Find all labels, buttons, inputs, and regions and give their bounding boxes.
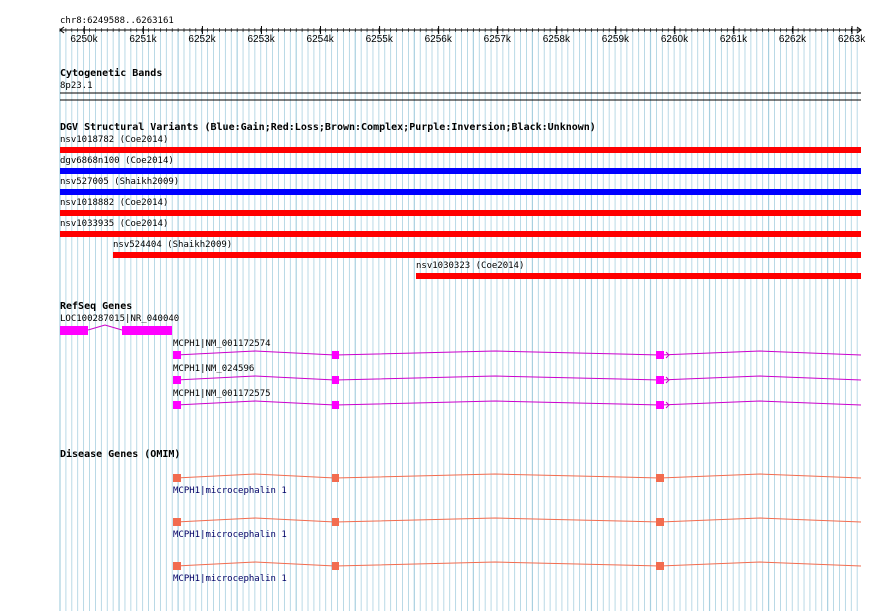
refseq-intron (334, 350, 661, 356)
refseq-intron (659, 375, 862, 381)
dgv-variant-bar (113, 252, 861, 258)
omim-exon (656, 518, 664, 526)
omim-intron (659, 473, 862, 479)
omim-exon (173, 474, 181, 482)
omim-intron (175, 473, 336, 479)
refseq-intron (175, 400, 336, 406)
omim-intron (175, 561, 336, 567)
refseq-exon (173, 376, 181, 384)
refseq-exon (60, 326, 88, 335)
refseq-exon (656, 401, 664, 409)
refseq-exon (656, 351, 664, 359)
omim-intron (334, 517, 661, 523)
refseq-exon (332, 351, 339, 359)
refseq-exon (332, 376, 339, 384)
refseq-intron (175, 350, 336, 356)
omim-exon (656, 562, 664, 570)
dgv-variant-bar (60, 231, 861, 237)
omim-exon (173, 518, 181, 526)
omim-exon (332, 518, 339, 526)
omim-intron (659, 561, 862, 567)
refseq-intron (334, 375, 661, 381)
dgv-variant-bar (416, 273, 861, 279)
dgv-variant-bar (60, 147, 861, 153)
track-graphics (59, 26, 862, 570)
omim-exon (656, 474, 664, 482)
omim-intron (334, 473, 661, 479)
refseq-intron (659, 350, 862, 356)
omim-exon (332, 562, 339, 570)
refseq-intron (87, 324, 123, 331)
omim-intron (334, 561, 661, 567)
refseq-exon (173, 401, 181, 409)
refseq-exon (332, 401, 339, 409)
refseq-intron (175, 375, 336, 381)
refseq-intron (334, 400, 661, 406)
omim-exon (332, 474, 339, 482)
refseq-exon (122, 326, 172, 335)
dgv-variant-bar (60, 210, 861, 216)
dgv-variant-bar (60, 189, 861, 195)
dgv-variant-bar (60, 168, 861, 174)
refseq-exon (173, 351, 181, 359)
refseq-intron (659, 400, 862, 406)
omim-intron (175, 517, 336, 523)
omim-intron (659, 517, 862, 523)
omim-exon (173, 562, 181, 570)
refseq-exon (656, 376, 664, 384)
